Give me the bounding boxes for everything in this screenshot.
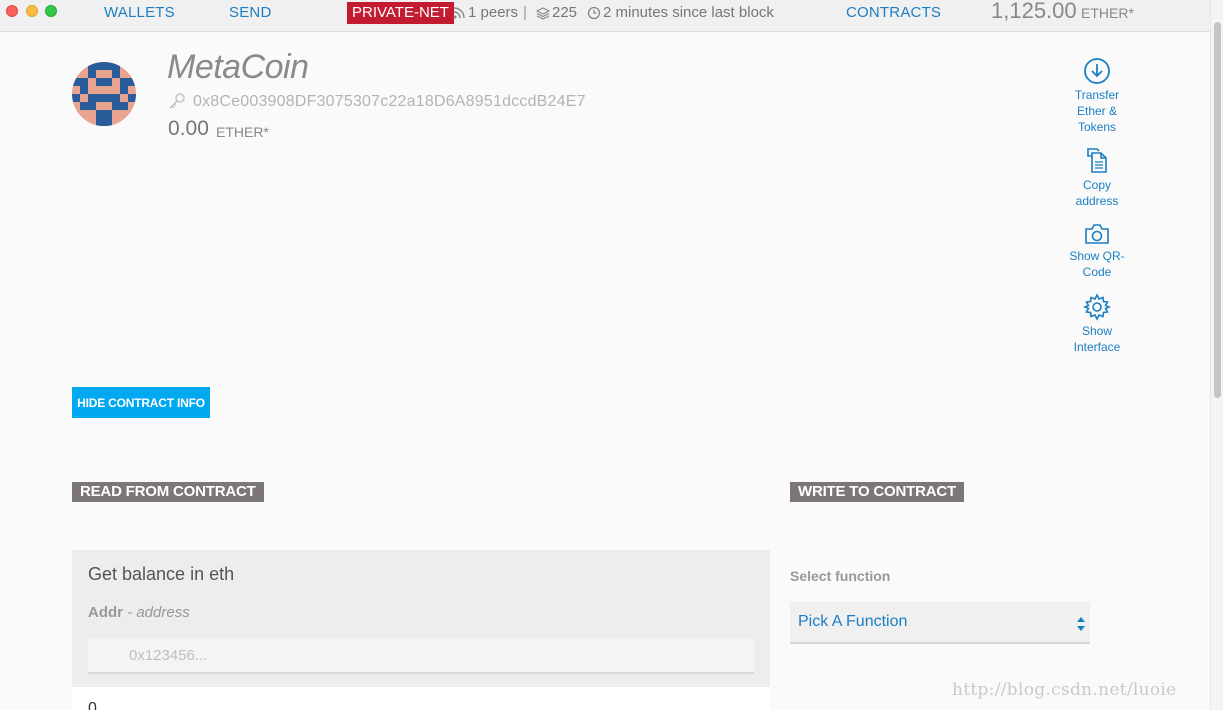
block-number: 225	[552, 4, 578, 21]
read-function-name: Get balance in eth	[88, 564, 235, 584]
transfer-ether-tokens-button[interactable]: Transfer Ether & Tokens	[1062, 57, 1132, 135]
select-function-label: Select function	[790, 568, 891, 584]
transfer-label-1: Transfer	[1074, 88, 1120, 102]
page-scrollbar[interactable]	[1210, 0, 1223, 710]
function-select-value: Pick A Function	[798, 613, 908, 630]
clock-icon	[587, 6, 601, 19]
read-result-row: 0	[72, 687, 770, 710]
hide-contract-info-button[interactable]: HIDE CONTRACT INFO	[72, 387, 210, 418]
camera-icon	[1085, 224, 1109, 244]
transfer-label-3: Tokens	[1077, 120, 1117, 134]
param-name: Addr	[88, 604, 123, 621]
network-badge: PRIVATE-NET	[347, 2, 454, 24]
block-status: 225	[536, 4, 577, 21]
rss-icon	[453, 6, 465, 18]
param-label: Addr - address	[88, 604, 190, 621]
key-icon	[169, 93, 185, 109]
status-separator: |	[523, 4, 527, 21]
contract-identicon	[72, 62, 136, 126]
peers-count: 1 peers	[468, 4, 519, 21]
maximize-window-button[interactable]	[45, 5, 57, 17]
copy-label-1: Copy	[1082, 178, 1111, 192]
last-block-time: 2 minutes since last block	[603, 4, 774, 21]
contract-balance-unit: ETHER*	[216, 124, 269, 140]
function-select[interactable]: Pick A Function	[790, 602, 1090, 644]
iface-label-1: Show	[1081, 324, 1113, 338]
show-interface-button[interactable]: Show Interface	[1062, 293, 1132, 355]
nav-send[interactable]: SEND	[229, 4, 271, 21]
last-block-status: 2 minutes since last block	[587, 4, 774, 21]
read-function-panel: Get balance in eth Addr - address	[72, 550, 770, 687]
iface-label-2: Interface	[1073, 340, 1121, 354]
close-window-button[interactable]	[6, 5, 18, 17]
select-arrows-icon	[1077, 617, 1085, 631]
param-type: address	[136, 604, 190, 621]
qr-label-1: Show QR-	[1069, 249, 1125, 263]
write-to-contract-heading: WRITE TO CONTRACT	[790, 482, 964, 502]
gear-icon	[1083, 293, 1111, 321]
minimize-window-button[interactable]	[26, 5, 38, 17]
copy-address-button[interactable]: Copy address	[1062, 147, 1132, 209]
nav-wallets[interactable]: WALLETS	[104, 4, 175, 21]
contract-balance: 0.00	[168, 117, 209, 140]
read-from-contract-heading: READ FROM CONTRACT	[72, 482, 264, 502]
address-input[interactable]	[88, 638, 754, 674]
contract-address[interactable]: 0x8Ce003908DF3075307c22a18D6A8951dccdB24…	[193, 93, 586, 111]
read-result-value: 0	[88, 700, 97, 710]
transfer-label-2: Ether &	[1076, 104, 1118, 118]
top-bar: WALLETS SEND PRIVATE-NET 1 peers | 225 2…	[0, 0, 1210, 32]
account-balance-unit: ETHER*	[1081, 5, 1134, 21]
account-total-balance: 1,125.00	[991, 0, 1077, 23]
contract-name: MetaCoin	[167, 48, 309, 86]
qr-label-2: Code	[1082, 265, 1112, 279]
peers-status: 1 peers	[452, 4, 518, 21]
copy-label-2: address	[1075, 194, 1119, 208]
layers-icon	[536, 6, 550, 20]
nav-contracts[interactable]: CONTRACTS	[846, 4, 941, 21]
copy-document-icon	[1087, 148, 1107, 173]
download-circle-icon	[1084, 58, 1110, 84]
param-separator: -	[123, 604, 137, 621]
watermark: http://blog.csdn.net/luoie	[952, 680, 1177, 700]
show-qr-code-button[interactable]: Show QR- Code	[1062, 222, 1132, 280]
scrollbar-thumb[interactable]	[1214, 22, 1221, 398]
